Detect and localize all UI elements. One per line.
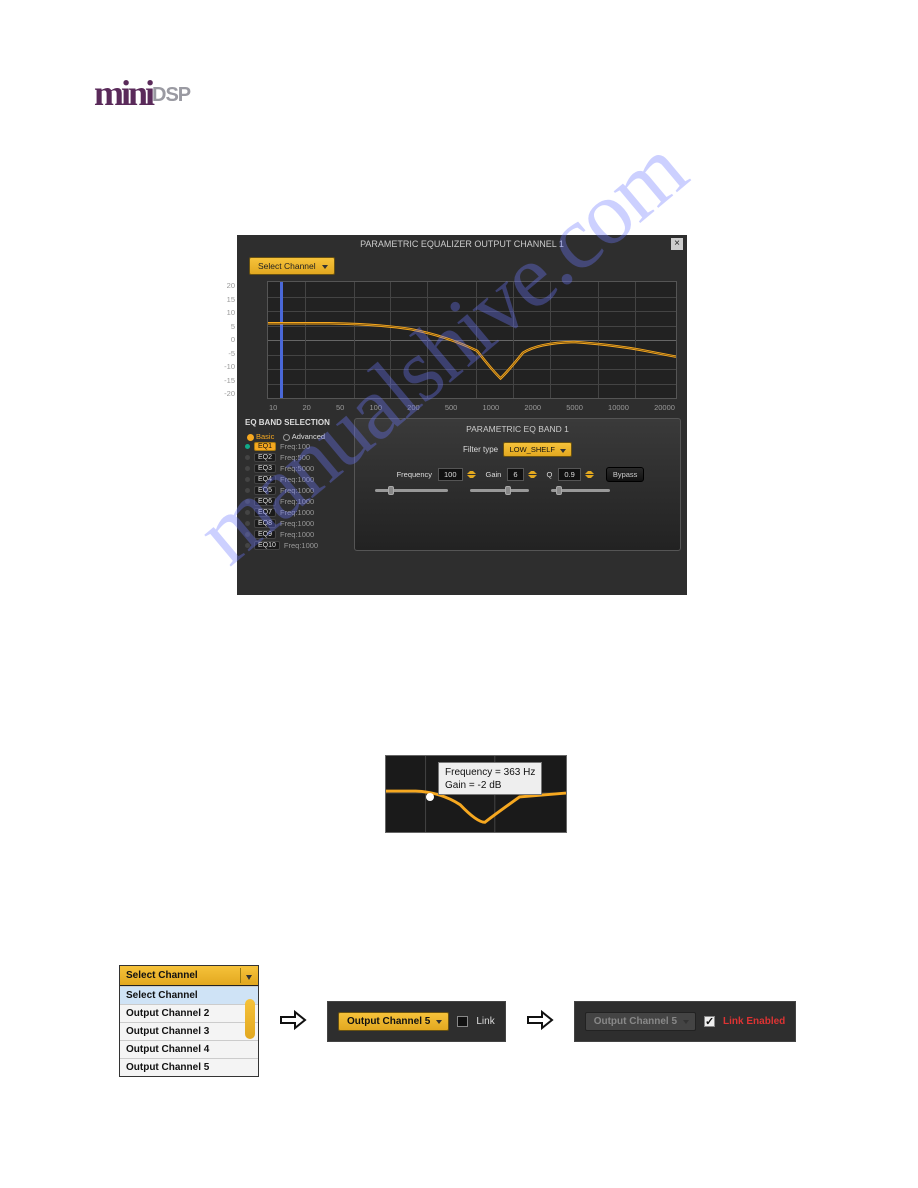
gain-spinner-icon[interactable] — [528, 471, 537, 478]
eq-band-row[interactable]: EQ6 Freq:1000 — [245, 496, 350, 507]
eq-band-row[interactable]: EQ10 Freq:1000 — [245, 540, 350, 551]
band-led-icon — [245, 510, 250, 515]
link-checkbox[interactable] — [457, 1016, 468, 1027]
frequency-spinner-icon[interactable] — [467, 471, 476, 478]
window-title-text: PARAMETRIC EQUALIZER OUTPUT CHANNEL 1 — [360, 239, 564, 249]
band-freq-label: Freq:1000 — [280, 530, 314, 539]
band-select-button[interactable]: EQ6 — [254, 497, 276, 506]
band-led-icon — [245, 477, 250, 482]
y-axis-ticks: 20151050-5-10-15-20 — [215, 279, 235, 401]
arrow-right-icon — [524, 1004, 556, 1039]
tooltip-freq: Frequency = 363 Hz — [445, 766, 535, 779]
brand-logo: miniDSP — [94, 72, 190, 114]
dropdown-option[interactable]: Output Channel 3 — [120, 1022, 258, 1040]
filter-type-dropdown[interactable]: LOW_SHELF — [503, 442, 572, 457]
eq-band-row[interactable]: EQ8 Freq:1000 — [245, 518, 350, 529]
band-led-icon — [245, 488, 250, 493]
chevron-down-icon[interactable] — [240, 968, 256, 983]
band-freq-label: Freq:100 — [280, 442, 310, 451]
q-slider[interactable] — [551, 489, 610, 492]
dropdown-head-label: Select Channel — [126, 970, 198, 981]
eq-band-list: EQ BAND SELECTION Basic Advanced EQ1 Freq… — [245, 418, 350, 551]
band-freq-label: Freq:500 — [280, 453, 310, 462]
band-led-icon — [245, 444, 250, 449]
radio-basic-icon[interactable] — [247, 434, 254, 441]
window-title: PARAMETRIC EQUALIZER OUTPUT CHANNEL 1 × — [237, 235, 687, 253]
logo-mini: mini — [94, 73, 152, 113]
x-axis-ticks: 1020501002005001000200050001000020000 — [267, 403, 677, 412]
dropdown-option[interactable]: Output Channel 5 — [120, 1058, 258, 1076]
band-select-button[interactable]: EQ5 — [254, 486, 276, 495]
selected-channel-button[interactable]: Output Channel 5 — [338, 1012, 449, 1031]
band-section-label: EQ BAND SELECTION — [245, 418, 350, 427]
tooltip-gain: Gain = -2 dB — [445, 779, 535, 792]
channel-chip-unlinked: Output Channel 5 Link — [327, 1001, 506, 1042]
bypass-button[interactable]: Bypass — [606, 467, 645, 482]
logo-dsp: DSP — [152, 84, 190, 106]
eq-band-row[interactable]: EQ5 Freq:1000 — [245, 485, 350, 496]
band-select-button[interactable]: EQ3 — [254, 464, 276, 473]
value-tooltip: Frequency = 363 Hz Gain = -2 dB — [438, 762, 542, 795]
band-select-button[interactable]: EQ8 — [254, 519, 276, 528]
band-select-button[interactable]: EQ4 — [254, 475, 276, 484]
dropdown-option[interactable]: Output Channel 2 — [120, 1004, 258, 1022]
eq-band-row[interactable]: EQ9 Freq:1000 — [245, 529, 350, 540]
eq-band-row[interactable]: EQ4 Freq:1000 — [245, 474, 350, 485]
filter-type-label: Filter type — [463, 445, 498, 454]
channel-chip-linked: Output Channel 5 Link Enabled — [574, 1001, 797, 1042]
dropdown-option[interactable]: Output Channel 4 — [120, 1040, 258, 1058]
band-led-icon — [245, 466, 250, 471]
graph-tooltip-example: Frequency = 363 Hz Gain = -2 dB — [385, 755, 567, 833]
band-freq-label: Freq:1000 — [280, 475, 314, 484]
select-channel-dropdown-open[interactable]: Select Channel Select Channel Output Cha… — [119, 965, 259, 1077]
link-checkbox-checked[interactable] — [704, 1016, 715, 1027]
cursor-dot-icon — [426, 793, 434, 801]
band-freq-label: Freq:1000 — [280, 497, 314, 506]
band-select-button[interactable]: EQ9 — [254, 530, 276, 539]
band-freq-label: Freq:1000 — [280, 519, 314, 528]
band-led-icon — [245, 521, 250, 526]
band-freq-label: Freq:1000 — [280, 508, 314, 517]
gain-slider[interactable] — [470, 489, 529, 492]
select-channel-dropdown[interactable]: Select Channel — [249, 257, 335, 275]
band-panel-title: PARAMETRIC EQ BAND 1 — [363, 424, 672, 434]
eq-band-row[interactable]: EQ2 Freq:500 — [245, 452, 350, 463]
radio-advanced-icon[interactable] — [283, 434, 290, 441]
channel-link-sequence: Select Channel Select Channel Output Cha… — [119, 965, 796, 1077]
mode-toggle[interactable]: Basic Advanced — [247, 432, 325, 441]
band-led-icon — [245, 532, 250, 537]
dropdown-scrollbar[interactable] — [245, 989, 257, 1075]
eq-band-panel: PARAMETRIC EQ BAND 1 Filter type LOW_SHE… — [354, 418, 681, 551]
close-icon[interactable]: × — [671, 238, 683, 250]
frequency-input[interactable]: 100 — [438, 468, 463, 481]
band-freq-label: Freq:5000 — [280, 464, 314, 473]
dropdown-option[interactable]: Select Channel — [120, 986, 258, 1004]
eq-response-graph[interactable] — [267, 281, 677, 399]
eq-band-row[interactable]: EQ3 Freq:5000 — [245, 463, 350, 474]
q-label: Q — [547, 470, 553, 479]
eq-band-row[interactable]: EQ7 Freq:1000 — [245, 507, 350, 518]
q-input[interactable]: 0.9 — [558, 468, 580, 481]
band-select-button[interactable]: EQ2 — [254, 453, 276, 462]
arrow-right-icon — [277, 1004, 309, 1039]
gain-input[interactable]: 6 — [507, 468, 523, 481]
band-select-button[interactable]: EQ1 — [254, 442, 276, 451]
link-enabled-label: Link Enabled — [723, 1016, 785, 1027]
band-freq-label: Freq:1000 — [280, 486, 314, 495]
band-led-icon — [245, 455, 250, 460]
eq-band-row[interactable]: EQ1 Freq:100 — [245, 441, 350, 452]
eq-curve — [268, 282, 676, 398]
frequency-slider[interactable] — [375, 489, 448, 492]
band-led-icon — [245, 543, 250, 548]
band-led-icon — [245, 499, 250, 504]
band-select-button[interactable]: EQ10 — [254, 541, 280, 550]
frequency-label: Frequency — [397, 470, 432, 479]
link-label: Link — [476, 1016, 494, 1027]
selected-channel-button-disabled: Output Channel 5 — [585, 1012, 696, 1031]
band-select-button[interactable]: EQ7 — [254, 508, 276, 517]
gain-label: Gain — [486, 470, 502, 479]
q-spinner-icon[interactable] — [585, 471, 594, 478]
parametric-eq-window: PARAMETRIC EQUALIZER OUTPUT CHANNEL 1 × … — [237, 235, 687, 595]
band-freq-label: Freq:1000 — [284, 541, 318, 550]
